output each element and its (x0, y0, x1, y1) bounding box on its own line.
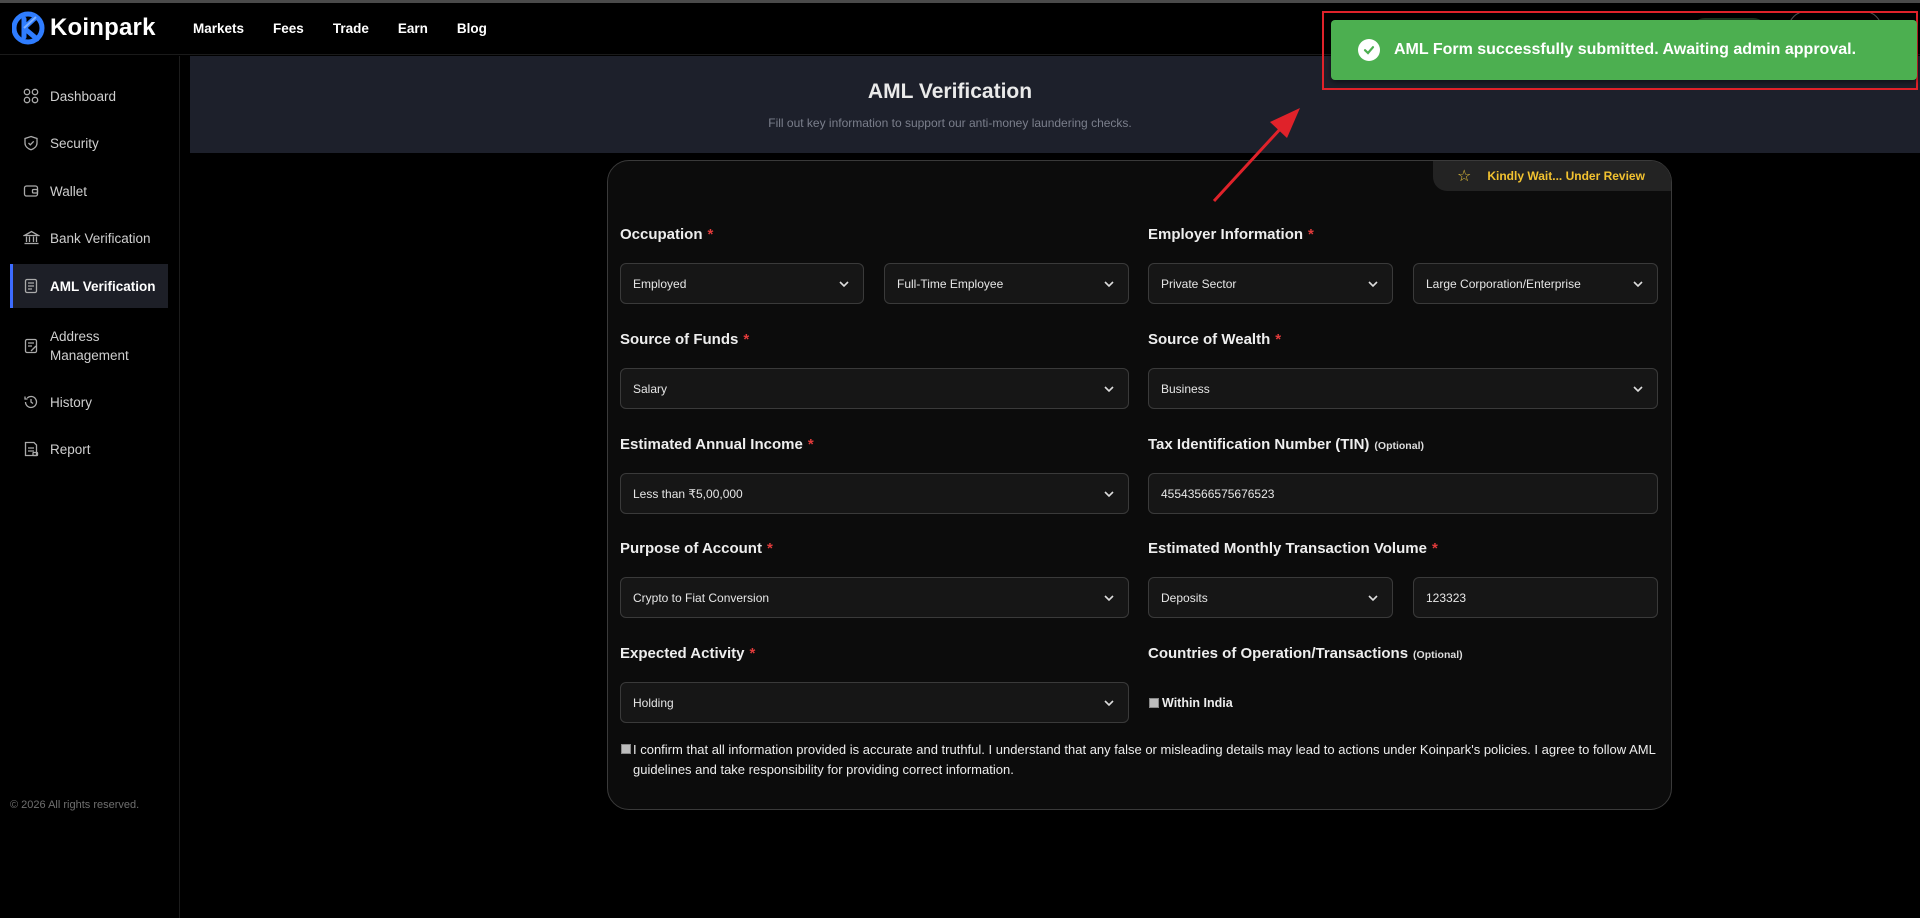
sidebar-item-report[interactable]: Report (10, 427, 168, 471)
tin-label: Tax Identification Number (TIN) (Optional… (1148, 436, 1424, 453)
monthly-volume-label: Estimated Monthly Transaction Volume * (1148, 540, 1438, 557)
address-book-icon (22, 337, 40, 355)
purpose-label: Purpose of Account * (620, 540, 773, 557)
check-circle-icon (1358, 39, 1380, 61)
chevron-down-icon (1104, 281, 1114, 288)
occupation-select[interactable]: Employed (620, 263, 864, 304)
confirm-text: I confirm that all information provided … (633, 742, 1656, 777)
chevron-down-icon (839, 281, 849, 288)
volume-type-select[interactable]: Deposits (1148, 577, 1393, 618)
chevron-down-icon (1633, 386, 1643, 393)
status-badge: ☆ Kindly Wait... Under Review (1433, 161, 1671, 191)
source-of-funds-select[interactable]: Salary (620, 368, 1129, 409)
nav-blog[interactable]: Blog (457, 21, 487, 36)
document-icon (22, 277, 40, 295)
chevron-down-icon (1104, 700, 1114, 707)
shield-icon (22, 134, 40, 152)
toast-message: AML Form successfully submitted. Awaitin… (1394, 41, 1857, 58)
copyright: © 2026 All rights reserved. (10, 799, 140, 811)
status-badge-text: Kindly Wait... Under Review (1487, 169, 1645, 183)
sidebar-item-address-management[interactable]: Address Management (10, 320, 130, 372)
bank-icon (22, 229, 40, 247)
nav-earn[interactable]: Earn (398, 21, 428, 36)
logo[interactable]: Koinpark (12, 11, 156, 45)
chevron-down-icon (1104, 491, 1114, 498)
annual-income-label: Estimated Annual Income * (620, 436, 814, 453)
volume-amount-input[interactable] (1413, 577, 1658, 618)
countries-label: Countries of Operation/Transactions (Opti… (1148, 645, 1463, 662)
nav-fees[interactable]: Fees (273, 21, 304, 36)
employer-size-select[interactable]: Large Corporation/Enterprise (1413, 263, 1658, 304)
source-of-wealth-label: Source of Wealth * (1148, 331, 1282, 348)
chevron-down-icon (1368, 281, 1378, 288)
sidebar-item-aml-verification[interactable]: AML Verification (10, 264, 168, 308)
page-subtitle: Fill out key information to support our … (768, 116, 1132, 130)
sidebar-item-label: Address Management (50, 329, 129, 363)
within-india-checkbox[interactable] (1149, 698, 1159, 708)
sidebar-item-label: Report (50, 441, 91, 457)
success-toast[interactable]: AML Form successfully submitted. Awaitin… (1331, 20, 1917, 80)
star-icon: ☆ (1457, 168, 1472, 185)
sidebar-item-history[interactable]: History (10, 380, 168, 424)
chevron-down-icon (1104, 386, 1114, 393)
sidebar-item-wallet[interactable]: Wallet (10, 169, 168, 213)
sidebar-item-label: History (50, 394, 93, 410)
employment-type-select[interactable]: Full-Time Employee (884, 263, 1129, 304)
wallet-icon (22, 182, 40, 200)
annual-income-select[interactable]: Less than ₹5,00,000 (620, 473, 1129, 514)
history-icon (22, 393, 40, 411)
koinpark-logo-icon (12, 11, 45, 45)
chevron-down-icon (1368, 595, 1378, 602)
nav-markets[interactable]: Markets (193, 21, 244, 36)
employer-label: Employer Information * (1148, 226, 1314, 243)
expected-activity-select[interactable]: Holding (620, 682, 1129, 723)
within-india-label: Within India (1162, 696, 1233, 710)
occupation-label: Occupation * (620, 226, 714, 243)
brand-name: Koinpark (50, 14, 156, 41)
source-of-wealth-select[interactable]: Business (1148, 368, 1658, 409)
sidebar-item-bank-verification[interactable]: Bank Verification (10, 216, 168, 260)
source-of-funds-label: Source of Funds * (620, 331, 750, 348)
sidebar-item-label: Wallet (50, 183, 88, 199)
sidebar-item-label: Bank Verification (50, 230, 151, 246)
top-nav: Markets Fees Trade Earn Blog (193, 21, 516, 36)
confirm-checkbox[interactable] (621, 744, 631, 754)
sidebar: Dashboard Security Wallet Bank Verificat… (0, 56, 180, 918)
purpose-select[interactable]: Crypto to Fiat Conversion (620, 577, 1129, 618)
nav-trade[interactable]: Trade (333, 21, 369, 36)
chevron-down-icon (1633, 281, 1643, 288)
sidebar-item-label: AML Verification (50, 278, 156, 294)
employer-sector-select[interactable]: Private Sector (1148, 263, 1393, 304)
tin-input[interactable] (1148, 473, 1658, 514)
chevron-down-icon (1104, 595, 1114, 602)
sidebar-item-label: Security (50, 135, 99, 151)
expected-activity-label: Expected Activity * (620, 645, 756, 662)
report-icon (22, 440, 40, 458)
